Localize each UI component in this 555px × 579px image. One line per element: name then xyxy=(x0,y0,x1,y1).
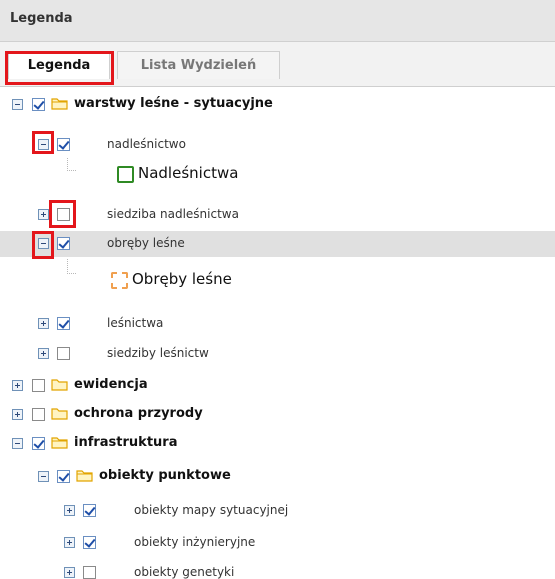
checkbox-ewidencja[interactable] xyxy=(32,379,45,392)
layer-label-obiekty-mapy-sytuacyjnej[interactable]: obiekty mapy sytuacyjnej xyxy=(134,503,288,517)
panel-title: Legenda xyxy=(10,11,73,26)
tree-connector xyxy=(67,259,76,274)
layer-label-obiekty-inzynieryjne[interactable]: obiekty inżynieryjne xyxy=(134,535,255,549)
checkbox-nadlesnictwo[interactable] xyxy=(57,138,70,151)
layer-label-infrastruktura[interactable]: infrastruktura xyxy=(74,435,177,450)
expand-toggle-icon[interactable] xyxy=(64,567,75,578)
legend-label-obreby-lesne: Obręby leśne xyxy=(132,270,232,288)
highlight-collapse-nadlesnictwo xyxy=(32,131,54,154)
checkbox-lesnictwa[interactable] xyxy=(57,317,70,330)
panel-header: Legenda xyxy=(0,0,555,42)
layer-label-nadlesnictwo[interactable]: nadleśnictwo xyxy=(107,137,186,151)
layer-label-warstwy-lesne[interactable]: warstwy leśne - sytuacyjne xyxy=(74,96,273,111)
layer-label-ewidencja[interactable]: ewidencja xyxy=(74,377,148,392)
layer-label-siedziba-nadlesnictwa[interactable]: siedziba nadleśnictwa xyxy=(107,207,239,221)
highlight-collapse-obreby xyxy=(32,231,54,259)
folder-icon xyxy=(76,470,93,482)
layer-label-lesnictwa[interactable]: leśnictwa xyxy=(107,316,163,330)
collapse-toggle-icon[interactable] xyxy=(38,471,49,482)
layer-label-obiekty-punktowe[interactable]: obiekty punktowe xyxy=(99,468,231,483)
tab-divider xyxy=(0,86,555,87)
highlight-tab-legenda xyxy=(5,51,114,85)
legend-label-nadlesnictwa: Nadleśnictwa xyxy=(138,164,239,182)
expand-toggle-icon[interactable] xyxy=(38,348,49,359)
checkbox-obiekty-inzynieryjne[interactable] xyxy=(83,536,96,549)
layer-label-ochrona-przyrody[interactable]: ochrona przyrody xyxy=(74,406,203,421)
legend-symbol-obreby-lesne xyxy=(111,272,128,289)
folder-icon xyxy=(51,408,68,420)
checkbox-obiekty-punktowe[interactable] xyxy=(57,470,70,483)
checkbox-siedziby-lesnictw[interactable] xyxy=(57,347,70,360)
tab-lista-wydzielen[interactable]: Lista Wydzieleń xyxy=(117,51,280,79)
legend-symbol-nadlesnictwa xyxy=(117,166,134,183)
layer-label-obreby-lesne[interactable]: obręby leśne xyxy=(107,236,185,250)
checkbox-obiekty-mapy-sytuacyjnej[interactable] xyxy=(83,504,96,517)
checkbox-ochrona-przyrody[interactable] xyxy=(32,408,45,421)
selected-row-background xyxy=(0,231,555,257)
expand-toggle-icon[interactable] xyxy=(12,380,23,391)
folder-icon xyxy=(51,379,68,391)
checkbox-infrastruktura[interactable] xyxy=(32,437,45,450)
folder-icon xyxy=(51,98,68,110)
checkbox-warstwy-lesne[interactable] xyxy=(32,98,45,111)
expand-toggle-icon[interactable] xyxy=(38,318,49,329)
expand-toggle-icon[interactable] xyxy=(64,537,75,548)
expand-toggle-icon[interactable] xyxy=(64,505,75,516)
tree-connector xyxy=(67,158,76,171)
layer-label-siedziby-lesnictw[interactable]: siedziby leśnictw xyxy=(107,346,209,360)
folder-icon xyxy=(51,437,68,449)
expand-toggle-icon[interactable] xyxy=(38,209,49,220)
collapse-toggle-icon[interactable] xyxy=(12,438,23,449)
collapse-toggle-icon[interactable] xyxy=(12,99,23,110)
checkbox-obreby-lesne[interactable] xyxy=(57,237,70,250)
highlight-checkbox-siedziba xyxy=(49,200,76,228)
checkbox-obiekty-genetyki[interactable] xyxy=(83,566,96,579)
layer-label-obiekty-genetyki[interactable]: obiekty genetyki xyxy=(134,565,234,579)
expand-toggle-icon[interactable] xyxy=(12,409,23,420)
